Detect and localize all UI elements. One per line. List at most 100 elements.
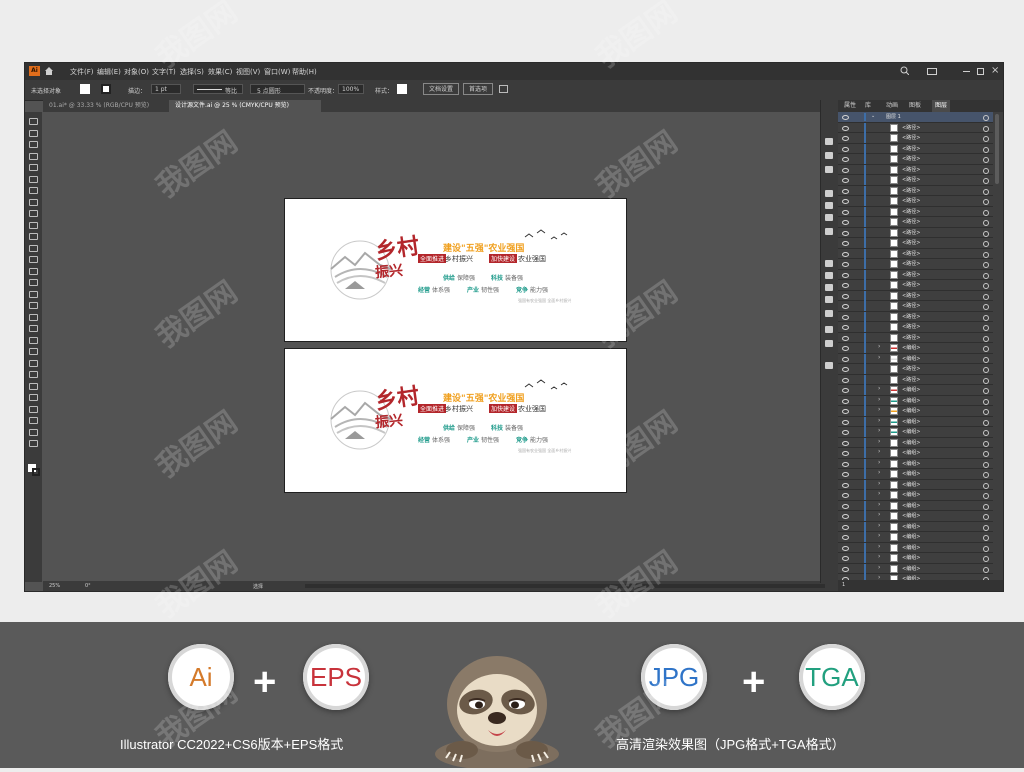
preferences-button[interactable]: 首选项 — [463, 83, 493, 95]
shaper-icon[interactable] — [29, 244, 38, 252]
visibility-icon[interactable] — [842, 283, 849, 288]
menu-item[interactable]: 视图(V) — [236, 67, 260, 77]
stroke-weight-field[interactable]: 1 pt — [151, 84, 181, 94]
symbols-icon[interactable] — [825, 202, 833, 209]
selection-tool-icon[interactable] — [29, 118, 38, 125]
chevron-right-icon[interactable]: › — [878, 564, 880, 571]
free-transform-icon[interactable] — [29, 302, 38, 309]
visibility-icon[interactable] — [842, 230, 849, 236]
visibility-icon[interactable] — [842, 398, 849, 404]
target-icon[interactable] — [983, 293, 989, 300]
layer-name[interactable]: <路径> — [902, 281, 920, 288]
layer-row[interactable]: <路径> — [838, 238, 993, 249]
target-icon[interactable] — [983, 136, 989, 142]
artboards-panel-icon[interactable] — [825, 362, 833, 369]
layer-row[interactable]: <路径> — [838, 280, 993, 291]
layer-row[interactable]: › <编组> — [838, 479, 993, 490]
target-icon[interactable] — [983, 325, 989, 331]
direct-select-tool-icon[interactable] — [29, 129, 38, 137]
layer-row[interactable]: <路径> — [838, 290, 993, 301]
visibility-icon[interactable] — [842, 377, 849, 383]
search-icon[interactable] — [900, 66, 910, 76]
layer-name[interactable]: <路径> — [902, 239, 920, 246]
visibility-icon[interactable] — [842, 367, 849, 372]
visibility-icon[interactable] — [842, 146, 849, 152]
target-icon[interactable] — [983, 356, 989, 363]
visibility-icon[interactable] — [842, 451, 849, 456]
pathfinder-icon[interactable] — [825, 260, 833, 267]
layer-name[interactable]: <编组> — [902, 397, 920, 404]
chevron-right-icon[interactable]: › — [878, 343, 880, 350]
libraries-icon[interactable] — [825, 152, 833, 159]
visibility-icon[interactable] — [842, 293, 849, 299]
layer-row[interactable]: › <编组> — [838, 563, 993, 574]
layer-row[interactable]: › <编组> — [838, 500, 993, 511]
layer-name[interactable]: <编组> — [902, 502, 920, 509]
layer-row[interactable]: › <编组> — [838, 490, 993, 501]
layer-name[interactable]: <路径> — [902, 260, 920, 267]
chevron-right-icon[interactable]: › — [878, 511, 880, 518]
visibility-icon[interactable] — [842, 262, 849, 267]
layer-name[interactable]: <路径> — [902, 365, 920, 372]
menu-item[interactable]: 帮助(H) — [292, 67, 317, 77]
target-icon[interactable] — [983, 230, 989, 237]
style-swatch[interactable] — [397, 84, 407, 94]
layer-name[interactable]: <编组> — [902, 512, 920, 519]
target-icon[interactable] — [983, 314, 989, 321]
perspective-icon[interactable] — [29, 325, 38, 332]
home-icon[interactable] — [45, 67, 53, 75]
tab-source-file[interactable]: 设计源文件.ai @ 25 % (CMYK/CPU 预览) — [169, 100, 321, 112]
layer-name[interactable]: <编组> — [902, 418, 920, 425]
layers-scrollbar[interactable] — [995, 114, 999, 184]
variable-width-profile[interactable]: 等比 — [193, 84, 243, 95]
visibility-icon[interactable] — [842, 388, 849, 393]
comments-icon[interactable] — [825, 340, 833, 347]
layer-row[interactable]: <路径> — [838, 154, 993, 165]
transparency-icon[interactable] — [825, 296, 833, 303]
layer-name[interactable]: <路径> — [902, 334, 920, 341]
chevron-down-icon[interactable]: ⌄ — [871, 113, 875, 119]
layer-row[interactable]: <路径> — [838, 248, 993, 259]
layer-name[interactable]: <编组> — [902, 481, 920, 488]
layer-name[interactable]: <编组> — [902, 355, 920, 362]
layer-row[interactable]: <路径> — [838, 217, 993, 228]
layer-name[interactable]: <编组> — [902, 470, 920, 477]
layer-name[interactable]: <路径> — [902, 124, 920, 131]
tab-artboards[interactable]: 图板 — [909, 100, 921, 112]
chevron-right-icon[interactable]: › — [878, 438, 880, 445]
target-icon[interactable] — [983, 566, 989, 573]
layer-row[interactable]: <路径> — [838, 143, 993, 154]
chevron-right-icon[interactable]: › — [878, 459, 880, 466]
menu-item[interactable]: 窗口(W) — [264, 67, 290, 77]
gradient-panel-icon[interactable] — [825, 284, 833, 291]
layer-row[interactable]: <路径> — [838, 332, 993, 343]
visibility-icon[interactable] — [842, 503, 849, 509]
layer-name[interactable]: <路径> — [902, 155, 920, 162]
visibility-icon[interactable] — [842, 199, 849, 204]
target-icon[interactable] — [983, 262, 989, 268]
menu-item[interactable]: 选择(S) — [180, 67, 204, 77]
layer-name[interactable]: <编组> — [902, 449, 920, 456]
eraser-icon[interactable] — [29, 256, 38, 263]
visibility-icon[interactable] — [842, 188, 849, 194]
chevron-right-icon[interactable]: › — [878, 532, 880, 539]
magic-wand-icon[interactable] — [29, 141, 38, 148]
menu-item[interactable]: 文件(F) — [70, 67, 94, 77]
layer-row[interactable]: › <编组> — [838, 406, 993, 417]
arrange-documents-icon[interactable] — [499, 85, 508, 93]
layer-name[interactable]: <编组> — [902, 439, 920, 446]
chevron-right-icon[interactable]: › — [878, 427, 880, 434]
layer-row[interactable]: <路径> — [838, 196, 993, 207]
chevron-right-icon[interactable]: › — [878, 480, 880, 487]
target-icon[interactable] — [983, 472, 989, 478]
layer-name[interactable]: <路径> — [902, 376, 920, 383]
line-tool-icon[interactable] — [29, 198, 38, 206]
rectangle-tool-icon[interactable] — [29, 210, 38, 217]
menu-item[interactable]: 文字(T) — [152, 67, 176, 77]
chevron-right-icon[interactable]: › — [878, 501, 880, 508]
visibility-icon[interactable] — [842, 440, 849, 446]
graph-icon[interactable] — [29, 394, 38, 401]
layer-name[interactable]: 图层 1 — [886, 113, 901, 120]
chevron-right-icon[interactable]: › — [878, 417, 880, 424]
properties-icon[interactable] — [825, 138, 833, 145]
